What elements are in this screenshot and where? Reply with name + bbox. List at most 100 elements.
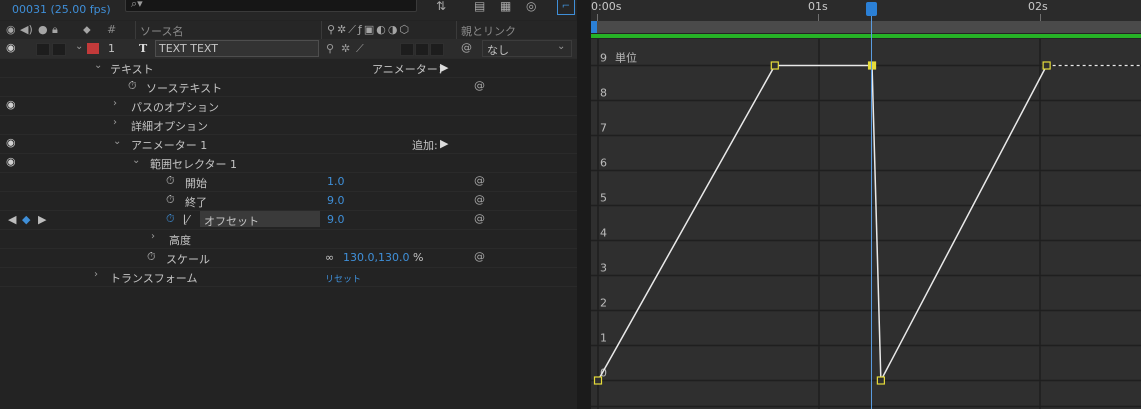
pickwhip-icon[interactable]: @ [474, 212, 485, 225]
switch-box[interactable] [400, 43, 414, 56]
switches-icons[interactable]: ⚲✲⟋ƒ▣◐◑⬡ [327, 23, 411, 37]
end-row[interactable]: ⏱ 終了 9.0 @ [0, 191, 577, 211]
next-keyframe-icon[interactable]: ▶ [38, 213, 46, 226]
work-area-start-handle[interactable] [591, 21, 597, 33]
more-options-row[interactable]: › 詳細オプション [0, 115, 577, 135]
end-label: 終了 [185, 196, 207, 209]
advanced-row[interactable]: › 高度 [0, 229, 577, 249]
range-selector-row[interactable]: ◉ ⌄ 範囲セレクター 1 [0, 153, 577, 173]
shy-switch-icon[interactable]: ⚲ [326, 42, 334, 55]
parent-value[interactable]: なし [487, 42, 509, 58]
start-value[interactable]: 1.0 [327, 175, 345, 188]
stopwatch-active-icon[interactable]: ⏱ [166, 212, 175, 226]
panel-divider[interactable] [577, 0, 591, 409]
video-eye-icon[interactable]: ◉ [6, 23, 16, 36]
chevron-right-icon[interactable]: › [113, 117, 117, 128]
layer-row[interactable]: ◉ ⌄ 1 T TEXT TEXT ⚲ ✲ ⟋ @ なし ⌄ [0, 39, 577, 59]
animator-label: アニメーター 1 [131, 139, 208, 152]
source-text-label: ソーステキスト [146, 82, 223, 95]
current-time-indicator[interactable] [866, 2, 877, 16]
keyframe-marker [867, 61, 877, 70]
keyframe-marker [593, 376, 603, 385]
stopwatch-icon[interactable]: ⏱ [128, 79, 137, 93]
transform-row[interactable]: › トランスフォーム リセット [0, 267, 577, 287]
stopwatch-icon[interactable]: ⏱ [166, 193, 175, 207]
eye-icon[interactable]: ◉ [6, 155, 16, 168]
chevron-down-icon[interactable]: ⌄ [113, 136, 121, 147]
draft-3d-icon[interactable]: ▤ [474, 0, 485, 13]
offset-row[interactable]: ◀ ◆ ▶ ⏱ ⌊⁄ オフセット 9.0 @ [0, 210, 577, 230]
keyframe-marker [1042, 61, 1051, 70]
chevron-right-icon[interactable]: › [113, 98, 117, 109]
value-curve [593, 61, 1141, 385]
eye-icon[interactable]: ◉ [6, 41, 16, 54]
collapse-switch-icon[interactable]: ✲ [341, 42, 350, 55]
comp-flowchart-icon[interactable]: ⇅ [436, 0, 446, 13]
chevron-down-icon[interactable]: ⌄ [132, 155, 140, 166]
lock-box[interactable] [52, 43, 66, 56]
play-arrow-icon[interactable]: ▶ [440, 61, 448, 74]
eye-icon[interactable]: ◉ [6, 136, 16, 149]
layer-name[interactable]: TEXT TEXT [159, 42, 218, 55]
switch-box[interactable] [430, 43, 444, 56]
pickwhip-icon[interactable]: @ [461, 41, 472, 54]
layer-number-header: # [107, 23, 117, 36]
label-color-swatch[interactable] [87, 43, 99, 54]
play-arrow-icon[interactable]: ▶ [440, 137, 448, 150]
offset-value[interactable]: 9.0 [327, 213, 345, 226]
search-input[interactable] [125, 0, 417, 12]
scale-row[interactable]: ⏱ スケール ∞ 130.0,130.0 % @ [0, 248, 577, 268]
eye-icon[interactable]: ◉ [6, 98, 16, 111]
end-value[interactable]: 9.0 [327, 194, 345, 207]
lock-icon[interactable]: 🔒︎ [52, 23, 58, 37]
column-divider [321, 21, 322, 39]
audio-icon[interactable]: ◀) [20, 23, 33, 36]
graph-editor-toggle[interactable]: ⌐ [557, 0, 575, 15]
chevron-right-icon[interactable]: › [94, 269, 98, 280]
parent-link-header[interactable]: 親とリンク [461, 23, 516, 39]
pickwhip-icon[interactable]: @ [474, 174, 485, 187]
source-text-row[interactable]: ⏱ ソーステキスト @ [0, 77, 577, 97]
switch-box[interactable] [415, 43, 429, 56]
start-label: 開始 [185, 177, 207, 190]
stopwatch-icon[interactable]: ⏱ [166, 174, 175, 188]
chevron-down-icon[interactable]: ⌄ [94, 60, 102, 71]
ruler-tick [818, 14, 819, 21]
work-area-bar[interactable] [591, 21, 1141, 33]
chevron-down-icon[interactable]: ⌄ [75, 41, 83, 52]
frame-blend-icon[interactable]: ▦ [500, 0, 511, 13]
chevron-down-icon[interactable]: ⌄ [557, 41, 565, 52]
solo-box[interactable] [36, 43, 50, 56]
timecode[interactable]: 00031 (25.00 fps) [12, 3, 111, 16]
y-unit-label: 単位 [615, 51, 637, 65]
text-layer-icon: T [139, 42, 148, 55]
chevron-right-icon[interactable]: › [151, 231, 155, 242]
y-tick-label: 1 [600, 332, 607, 345]
scale-label: スケール [166, 253, 210, 266]
graph-icon[interactable]: ⌊⁄ [183, 213, 189, 226]
start-row[interactable]: ⏱ 開始 1.0 @ [0, 172, 577, 192]
quality-switch-icon[interactable]: ⟋ [356, 42, 364, 56]
pickwhip-icon[interactable]: @ [474, 250, 485, 263]
column-divider [456, 21, 457, 39]
scale-value[interactable]: 130.0,130.0 [343, 251, 409, 264]
path-options-row[interactable]: ◉ › パスのオプション [0, 96, 577, 116]
ruler-label-2: 02s [1028, 0, 1048, 13]
animator-row[interactable]: ◉ ⌄ アニメーター 1 追加: ▶ [0, 134, 577, 154]
text-group-row[interactable]: ⌄ テキスト アニメーター： ▶ [0, 58, 577, 78]
constrain-link-icon[interactable]: ∞ [325, 251, 334, 264]
current-time-line[interactable] [871, 16, 872, 409]
graph-svg[interactable]: 9876543210単位 [591, 39, 1141, 409]
y-tick-label: 6 [600, 157, 607, 170]
pickwhip-icon[interactable]: @ [474, 79, 485, 92]
keyframe-diamond-icon[interactable]: ◆ [22, 213, 30, 226]
solo-icon[interactable]: ● [38, 23, 48, 36]
prev-keyframe-icon[interactable]: ◀ [8, 213, 16, 226]
transform-reset-link[interactable]: リセット [325, 272, 361, 285]
pickwhip-icon[interactable]: @ [474, 193, 485, 206]
stopwatch-icon[interactable]: ⏱ [147, 250, 156, 264]
label-tag-icon[interactable]: ⬥ [83, 23, 91, 37]
motion-blur-icon[interactable]: ◎ [526, 0, 536, 13]
y-tick-label: 8 [600, 87, 607, 100]
source-name-header[interactable]: ソース名 [140, 23, 183, 39]
